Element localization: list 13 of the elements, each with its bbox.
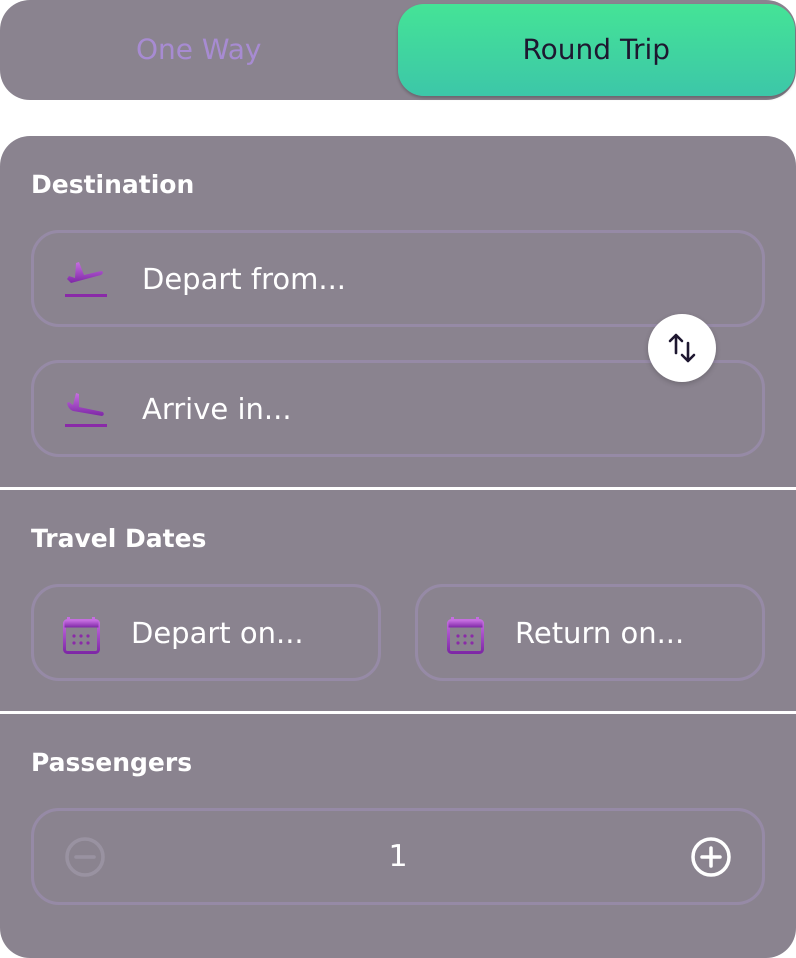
section-heading: Passengers [31,750,194,775]
departure-date-field[interactable]: Depart on... [31,584,381,681]
arrival-field[interactable]: Arrive in... [31,360,765,457]
departure-field[interactable]: Depart from... [31,230,765,327]
section-heading: Destination [31,172,196,197]
passenger-count: 1 [388,838,408,876]
plus-icon [690,836,732,878]
swap-arrows-icon [667,331,697,365]
takeoff-plane-icon [63,260,107,298]
section-heading: Travel Dates [31,526,208,551]
trip-type-tab[interactable]: Round Trip [398,4,795,96]
return-date-field[interactable]: Return on... [415,584,765,681]
increment-button[interactable] [690,836,732,878]
